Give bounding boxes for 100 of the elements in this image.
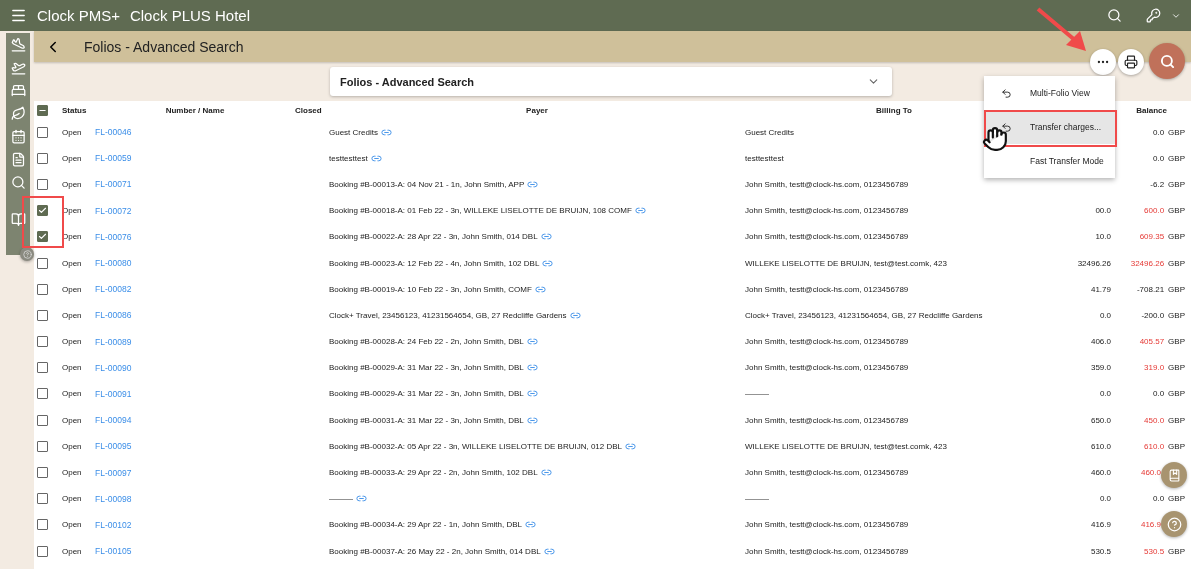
amount-cell: 406.0 [1090, 337, 1111, 347]
balance-amount: 405.57 [1139, 337, 1165, 347]
folio-link[interactable]: FL-00086 [95, 310, 295, 321]
row-checkbox[interactable] [37, 126, 48, 138]
menu-item[interactable]: Fast Transfer Mode [984, 144, 1115, 178]
takeoff-plane-icon[interactable] [10, 60, 26, 75]
column-header[interactable]: Number / Name [165, 105, 225, 115]
folio-link[interactable]: FL-00082 [95, 284, 295, 295]
balance-amount: 32496.26 [1130, 258, 1165, 268]
column-header[interactable]: Billing To [876, 105, 912, 115]
amount-cell: 0.0 [1099, 310, 1111, 320]
app-name: Clock PMS+ [37, 7, 120, 24]
bed-icon[interactable] [10, 83, 26, 98]
row-checkbox[interactable] [37, 205, 48, 217]
payer-cell: Booking #B-00029-A: 31 Mar 22 - 3n, John Smith, DBL [329, 389, 524, 399]
column-header[interactable]: Closed [295, 105, 322, 115]
currency-label: GBP [1168, 179, 1185, 189]
balance-amount: 609.35 [1139, 232, 1165, 242]
payer-cell: Booking #B-00023-A: 12 Feb 22 - 4n, John Smith, 102 DBL [329, 258, 540, 268]
row-checkbox[interactable] [37, 257, 48, 269]
balance-amount: 0.0 [1152, 127, 1165, 137]
folio-link[interactable]: FL-00089 [95, 336, 295, 347]
menu-item[interactable]: Multi-Folio View [984, 76, 1115, 110]
status-cell: Open [62, 127, 82, 137]
balance-amount: 530.5 [1144, 546, 1165, 556]
row-checkbox[interactable] [37, 545, 48, 557]
folio-link[interactable]: FL-00102 [95, 519, 295, 530]
key-icon[interactable] [1146, 8, 1161, 23]
currency-label: GBP [1168, 258, 1185, 268]
row-checkbox[interactable] [37, 493, 48, 505]
document-icon[interactable] [10, 152, 26, 167]
balance-amount: 0.0 [1152, 389, 1165, 399]
column-header[interactable]: Status [62, 105, 87, 115]
row-checkbox[interactable] [37, 231, 48, 243]
row-checkbox[interactable] [37, 336, 48, 348]
folio-link[interactable]: FL-00076 [95, 231, 295, 242]
row-checkbox[interactable] [37, 388, 48, 400]
amount-cell: 610.0 [1090, 441, 1111, 451]
search-button[interactable] [1149, 43, 1185, 79]
row-checkbox[interactable] [37, 467, 48, 479]
amount-cell: 10.0 [1095, 232, 1111, 242]
row-checkbox[interactable] [37, 440, 48, 452]
leaf-icon[interactable] [10, 106, 26, 121]
folio-link[interactable]: FL-00090 [95, 362, 295, 373]
book-icon[interactable] [10, 212, 26, 227]
select-all-checkbox[interactable] [37, 104, 48, 116]
folio-link[interactable]: FL-00046 [95, 127, 295, 138]
billing-cell: John Smith, testt@clock-hs.com, 0123456789 [745, 546, 909, 556]
search-icon[interactable] [1107, 8, 1122, 23]
row-checkbox[interactable] [37, 414, 48, 426]
column-header[interactable]: Payer [526, 105, 548, 115]
row-checkbox[interactable] [37, 309, 48, 321]
row-checkbox[interactable] [37, 519, 48, 531]
menu-icon[interactable] [10, 7, 27, 24]
folio-link[interactable]: FL-00080 [95, 258, 295, 269]
row-checkbox[interactable] [37, 362, 48, 374]
status-cell: Open [62, 337, 82, 347]
amount-cell: 0.0 [1099, 494, 1111, 504]
currency-label: GBP [1168, 284, 1185, 294]
payer-cell: Booking #B-00037-A: 26 May 22 - 2n, John Smith, 014 DBL [329, 546, 541, 556]
status-cell: Open [62, 520, 82, 530]
folio-link[interactable]: FL-00095 [95, 441, 295, 452]
check-icon [38, 232, 47, 242]
status-cell: Open [62, 468, 82, 478]
landing-plane-icon[interactable] [10, 37, 26, 52]
payer-cell: Booking #B-00029-A: 31 Mar 22 - 3n, John Smith, DBL [329, 363, 524, 373]
row-checkbox[interactable] [37, 178, 48, 190]
undo-icon [1001, 121, 1012, 133]
amount-cell: 460.0 [1090, 468, 1111, 478]
balance-amount: 600.0 [1144, 206, 1165, 216]
row-checkbox[interactable] [37, 283, 48, 295]
print-button[interactable] [1118, 49, 1144, 75]
balance-amount: -708.21 [1136, 284, 1165, 294]
billing-cell: John Smith, testt@clock-hs.com, 0123456789 [745, 284, 909, 294]
payer-cell: Booking #B-00033-A: 29 Apr 22 - 2n, John Smith, 102 DBL [329, 468, 538, 478]
search-panel[interactable]: Folios - Advanced Search [330, 67, 892, 96]
currency-label: GBP [1168, 389, 1185, 399]
row-checkbox[interactable] [37, 152, 48, 164]
currency-label: GBP [1168, 206, 1185, 216]
currency-label: GBP [1168, 546, 1185, 556]
status-cell: Open [62, 258, 82, 268]
billing-cell: WILLEKE LISELOTTE DE BRUIJN, test@test.comk, 423 [745, 258, 947, 268]
folio-link[interactable]: FL-00071 [95, 179, 295, 190]
folio-link[interactable]: FL-00098 [95, 493, 295, 504]
folio-link[interactable]: FL-00097 [95, 467, 295, 478]
folio-link[interactable]: FL-00072 [95, 205, 295, 216]
calendar-icon[interactable] [10, 129, 26, 144]
currency-label: GBP [1168, 337, 1185, 347]
folio-link[interactable]: FL-00094 [95, 415, 295, 426]
payer-cell: Booking #B-00022-A: 28 Apr 22 - 3n, John Smith, 014 DBL [329, 232, 538, 242]
currency-label: GBP [1168, 127, 1185, 137]
folio-link[interactable]: FL-00059 [95, 153, 295, 164]
status-cell: Open [62, 546, 82, 556]
printer-icon [1124, 55, 1138, 69]
status-cell: Open [62, 415, 82, 425]
search-icon[interactable] [10, 175, 26, 190]
folio-link[interactable]: FL-00105 [95, 546, 295, 557]
column-header[interactable]: Balance [1136, 105, 1189, 115]
billing-cell: John Smith, testt@clock-hs.com, 0123456789 [745, 363, 909, 373]
folio-link[interactable]: FL-00091 [95, 388, 295, 399]
